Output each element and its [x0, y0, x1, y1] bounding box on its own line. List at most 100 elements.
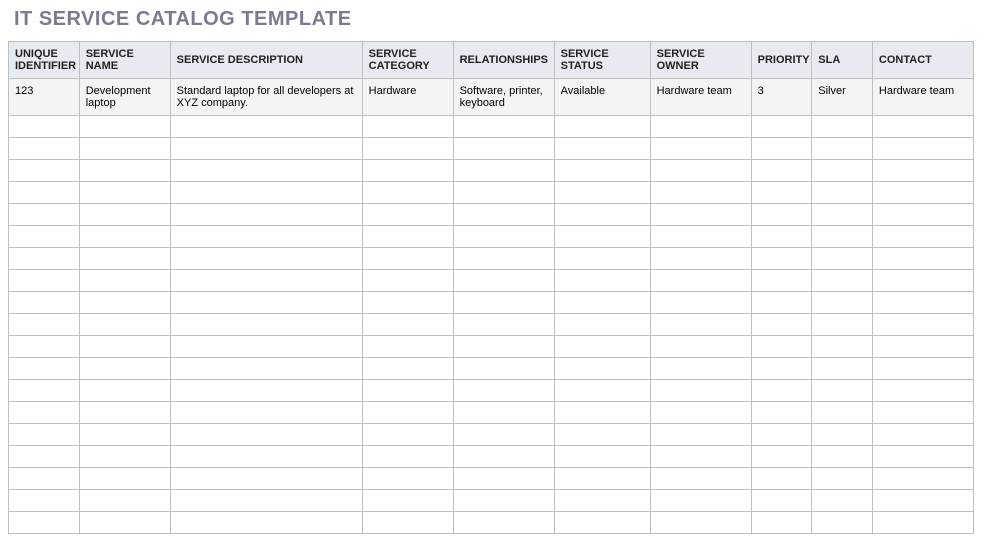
empty-cell[interactable]: [872, 468, 973, 490]
empty-cell[interactable]: [812, 116, 873, 138]
empty-cell[interactable]: [79, 446, 170, 468]
empty-cell[interactable]: [650, 226, 751, 248]
empty-cell[interactable]: [9, 160, 80, 182]
empty-cell[interactable]: [812, 182, 873, 204]
empty-cell[interactable]: [650, 182, 751, 204]
empty-cell[interactable]: [872, 446, 973, 468]
empty-cell[interactable]: [751, 490, 812, 512]
empty-cell[interactable]: [9, 182, 80, 204]
empty-cell[interactable]: [362, 138, 453, 160]
table-row[interactable]: [9, 270, 974, 292]
empty-cell[interactable]: [554, 512, 650, 534]
empty-cell[interactable]: [650, 248, 751, 270]
empty-cell[interactable]: [872, 204, 973, 226]
empty-cell[interactable]: [650, 336, 751, 358]
empty-cell[interactable]: [362, 402, 453, 424]
empty-cell[interactable]: [554, 116, 650, 138]
empty-cell[interactable]: [170, 380, 362, 402]
empty-cell[interactable]: [650, 314, 751, 336]
empty-cell[interactable]: [170, 336, 362, 358]
empty-cell[interactable]: [650, 270, 751, 292]
empty-cell[interactable]: [812, 490, 873, 512]
empty-cell[interactable]: [650, 424, 751, 446]
empty-cell[interactable]: [9, 248, 80, 270]
table-row[interactable]: [9, 424, 974, 446]
cell-service-status[interactable]: Available: [554, 79, 650, 116]
empty-cell[interactable]: [554, 226, 650, 248]
empty-cell[interactable]: [170, 490, 362, 512]
empty-cell[interactable]: [453, 182, 554, 204]
empty-cell[interactable]: [650, 380, 751, 402]
empty-cell[interactable]: [751, 380, 812, 402]
empty-cell[interactable]: [9, 336, 80, 358]
empty-cell[interactable]: [79, 270, 170, 292]
empty-cell[interactable]: [812, 512, 873, 534]
empty-cell[interactable]: [79, 468, 170, 490]
empty-cell[interactable]: [79, 380, 170, 402]
empty-cell[interactable]: [170, 226, 362, 248]
empty-cell[interactable]: [554, 248, 650, 270]
empty-cell[interactable]: [453, 292, 554, 314]
empty-cell[interactable]: [170, 248, 362, 270]
empty-cell[interactable]: [170, 402, 362, 424]
empty-cell[interactable]: [650, 490, 751, 512]
empty-cell[interactable]: [9, 512, 80, 534]
empty-cell[interactable]: [872, 424, 973, 446]
empty-cell[interactable]: [9, 358, 80, 380]
empty-cell[interactable]: [872, 358, 973, 380]
table-row[interactable]: [9, 314, 974, 336]
empty-cell[interactable]: [751, 336, 812, 358]
empty-cell[interactable]: [362, 336, 453, 358]
empty-cell[interactable]: [554, 424, 650, 446]
empty-cell[interactable]: [79, 424, 170, 446]
empty-cell[interactable]: [9, 138, 80, 160]
empty-cell[interactable]: [554, 380, 650, 402]
empty-cell[interactable]: [453, 138, 554, 160]
table-row[interactable]: [9, 182, 974, 204]
empty-cell[interactable]: [362, 468, 453, 490]
empty-cell[interactable]: [751, 512, 812, 534]
cell-sla[interactable]: Silver: [812, 79, 873, 116]
empty-cell[interactable]: [79, 336, 170, 358]
cell-service-name[interactable]: Development laptop: [79, 79, 170, 116]
empty-cell[interactable]: [812, 248, 873, 270]
empty-cell[interactable]: [650, 446, 751, 468]
empty-cell[interactable]: [453, 204, 554, 226]
empty-cell[interactable]: [362, 116, 453, 138]
empty-cell[interactable]: [79, 248, 170, 270]
empty-cell[interactable]: [79, 402, 170, 424]
table-row[interactable]: [9, 380, 974, 402]
empty-cell[interactable]: [554, 468, 650, 490]
empty-cell[interactable]: [812, 468, 873, 490]
empty-cell[interactable]: [554, 160, 650, 182]
empty-cell[interactable]: [554, 314, 650, 336]
empty-cell[interactable]: [812, 424, 873, 446]
empty-cell[interactable]: [170, 314, 362, 336]
empty-cell[interactable]: [170, 204, 362, 226]
empty-cell[interactable]: [453, 226, 554, 248]
empty-cell[interactable]: [872, 116, 973, 138]
table-row[interactable]: [9, 116, 974, 138]
empty-cell[interactable]: [9, 490, 80, 512]
empty-cell[interactable]: [170, 160, 362, 182]
empty-cell[interactable]: [453, 490, 554, 512]
empty-cell[interactable]: [812, 292, 873, 314]
empty-cell[interactable]: [812, 226, 873, 248]
empty-cell[interactable]: [872, 292, 973, 314]
empty-cell[interactable]: [453, 314, 554, 336]
table-row[interactable]: [9, 292, 974, 314]
empty-cell[interactable]: [362, 424, 453, 446]
empty-cell[interactable]: [9, 204, 80, 226]
empty-cell[interactable]: [872, 182, 973, 204]
empty-cell[interactable]: [554, 204, 650, 226]
empty-cell[interactable]: [362, 380, 453, 402]
empty-cell[interactable]: [362, 226, 453, 248]
empty-cell[interactable]: [751, 292, 812, 314]
empty-cell[interactable]: [9, 226, 80, 248]
empty-cell[interactable]: [650, 512, 751, 534]
empty-cell[interactable]: [872, 160, 973, 182]
empty-cell[interactable]: [812, 314, 873, 336]
empty-cell[interactable]: [751, 424, 812, 446]
empty-cell[interactable]: [170, 446, 362, 468]
empty-cell[interactable]: [362, 446, 453, 468]
